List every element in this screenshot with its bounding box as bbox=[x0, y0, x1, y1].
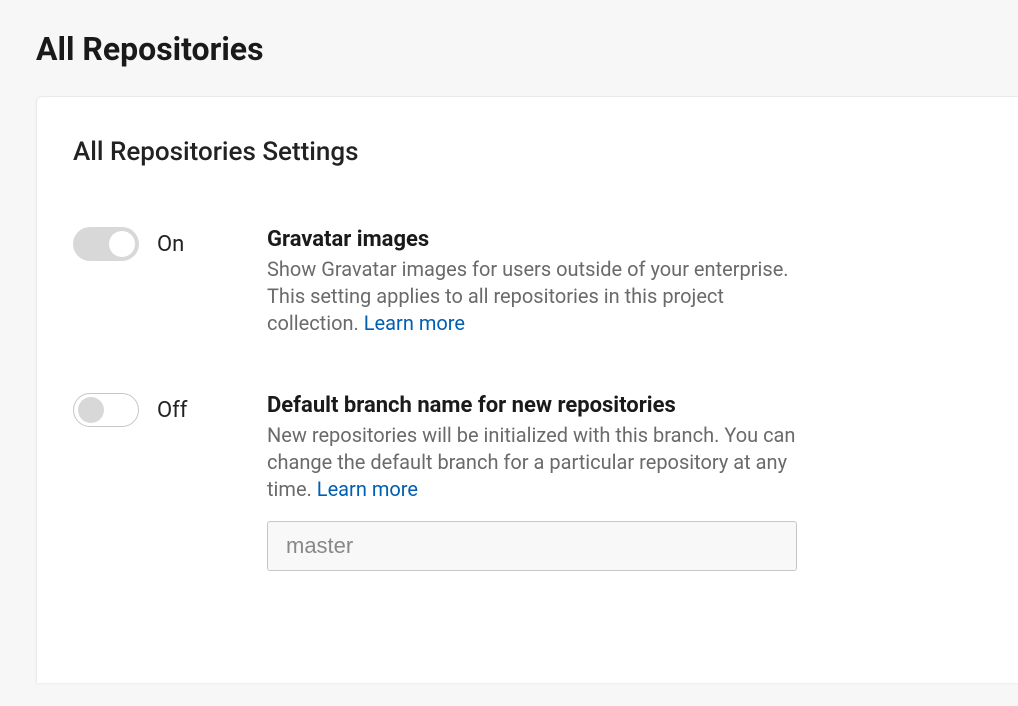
toggle-gravatar[interactable] bbox=[73, 227, 139, 261]
page-title: All Repositories bbox=[36, 30, 1018, 68]
toggle-default-branch[interactable] bbox=[73, 393, 139, 427]
toggle-label-gravatar: On bbox=[157, 232, 184, 257]
setting-content-gravatar: Gravatar images Show Gravatar images for… bbox=[267, 227, 807, 337]
learn-more-link-default-branch[interactable]: Learn more bbox=[317, 477, 418, 501]
setting-desc-text-gravatar: Show Gravatar images for users outside o… bbox=[267, 257, 789, 335]
setting-title-default-branch: Default branch name for new repositories bbox=[267, 393, 807, 418]
toggle-knob-icon bbox=[109, 231, 135, 257]
toggle-wrap-default-branch: Off bbox=[73, 393, 243, 427]
card-title: All Repositories Settings bbox=[73, 137, 982, 167]
learn-more-link-gravatar[interactable]: Learn more bbox=[364, 311, 465, 335]
toggle-label-default-branch: Off bbox=[157, 398, 187, 423]
toggle-wrap-gravatar: On bbox=[73, 227, 243, 261]
setting-desc-gravatar: Show Gravatar images for users outside o… bbox=[267, 256, 807, 337]
default-branch-input[interactable] bbox=[267, 521, 797, 571]
setting-title-gravatar: Gravatar images bbox=[267, 227, 807, 252]
settings-card: All Repositories Settings On Gravatar im… bbox=[36, 96, 1018, 683]
setting-content-default-branch: Default branch name for new repositories… bbox=[267, 393, 807, 571]
setting-gravatar: On Gravatar images Show Gravatar images … bbox=[73, 227, 982, 337]
setting-desc-default-branch: New repositories will be initialized wit… bbox=[267, 422, 807, 503]
toggle-knob-icon bbox=[78, 397, 104, 423]
setting-default-branch: Off Default branch name for new reposito… bbox=[73, 393, 982, 571]
